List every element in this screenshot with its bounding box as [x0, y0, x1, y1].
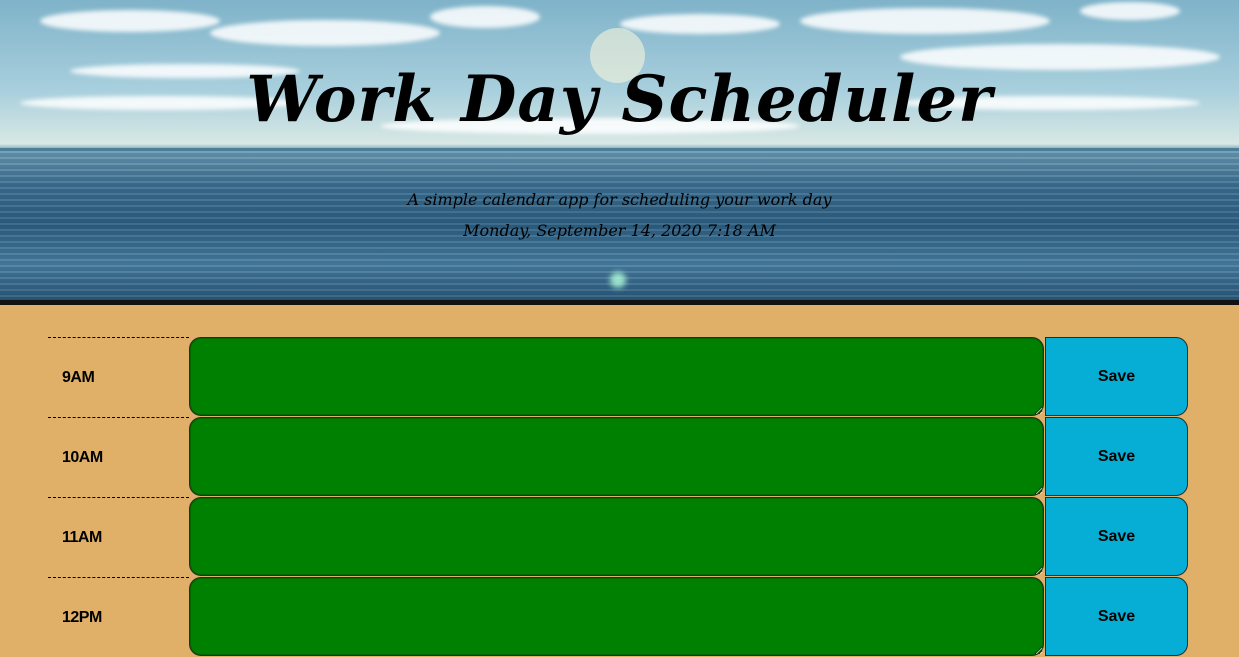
time-block-row: 10AM Save — [48, 417, 1188, 497]
cloud-graphic — [800, 8, 1050, 34]
page-title: Work Day Scheduler — [246, 62, 993, 137]
hour-label: 10AM — [48, 417, 189, 497]
page-subtitle: A simple calendar app for scheduling you… — [407, 190, 832, 209]
event-description-input[interactable] — [189, 497, 1044, 576]
save-button[interactable]: Save — [1045, 337, 1188, 416]
time-block-container: 9AM Save 10AM Save 11AM Save 12PM Save — [48, 337, 1188, 657]
current-day: Monday, September 14, 2020 7:18 AM — [463, 221, 776, 240]
save-button[interactable]: Save — [1045, 497, 1188, 576]
cloud-graphic — [40, 10, 220, 32]
header-jumbotron: Work Day Scheduler A simple calendar app… — [0, 0, 1239, 305]
cloud-graphic — [430, 6, 540, 28]
save-button[interactable]: Save — [1045, 417, 1188, 496]
hour-label: 9AM — [48, 337, 189, 417]
cloud-graphic — [210, 20, 440, 46]
cloud-graphic — [1080, 2, 1180, 20]
event-description-input[interactable] — [189, 417, 1044, 496]
event-description-input[interactable] — [189, 337, 1044, 416]
event-description-input[interactable] — [189, 577, 1044, 656]
cloud-graphic — [620, 14, 780, 34]
time-block-row: 9AM Save — [48, 337, 1188, 417]
time-block-row: 11AM Save — [48, 497, 1188, 577]
hour-label: 12PM — [48, 577, 189, 657]
time-block-row: 12PM Save — [48, 577, 1188, 657]
light-glint — [610, 272, 626, 288]
hour-label: 11AM — [48, 497, 189, 577]
save-button[interactable]: Save — [1045, 577, 1188, 656]
